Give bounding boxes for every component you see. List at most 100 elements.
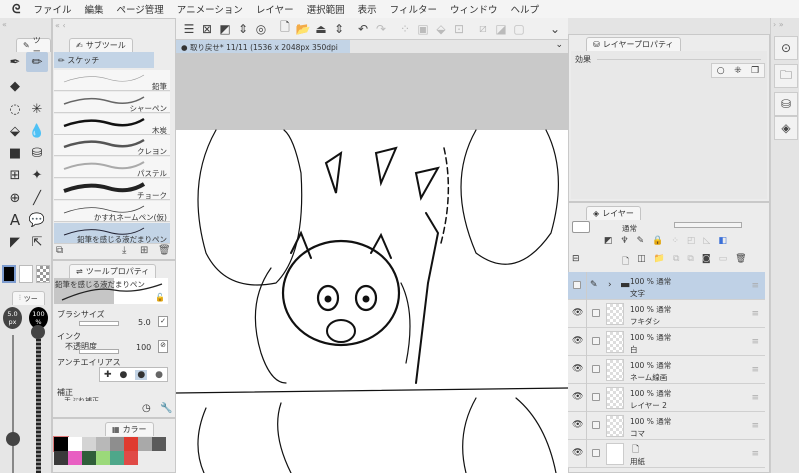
undo-icon[interactable]: ↶	[354, 22, 372, 36]
opacity-slider[interactable]	[36, 335, 41, 473]
color-swatch[interactable]	[124, 451, 138, 465]
crop-icon[interactable]: ⧄	[474, 21, 492, 36]
timer-icon[interactable]: ◷	[142, 403, 151, 414]
app-logo-icon[interactable]: ᘓ	[12, 2, 20, 17]
subtool-item[interactable]: シャーペン	[54, 91, 170, 113]
color-swatch[interactable]	[138, 437, 152, 451]
layer-opacity-slider[interactable]	[674, 222, 742, 228]
menu-animation[interactable]: アニメーション	[177, 2, 243, 16]
eye-icon[interactable]: 👁	[572, 420, 583, 430]
collapse-left-icon[interactable]: «	[2, 20, 7, 29]
pressure-toggle[interactable]: ✓	[158, 316, 168, 327]
opacity-value[interactable]: 100	[136, 343, 151, 352]
merge-icon[interactable]: ⧉	[687, 254, 693, 270]
snap-icon[interactable]: ◎	[252, 22, 270, 36]
color-swatch[interactable]	[110, 437, 124, 451]
drag-handle-icon[interactable]: ≡	[751, 309, 759, 319]
menu-icon[interactable]: ☰	[180, 22, 198, 36]
subtool-item[interactable]: 鉛筆を感じる液だまりペン	[54, 222, 170, 244]
fill-selection-icon[interactable]: ⬙	[432, 22, 450, 36]
move-tool[interactable]: ⇱	[26, 232, 48, 252]
delete-layer-icon[interactable]: 🗑	[735, 254, 746, 270]
drag-handle-icon[interactable]: ≡	[751, 281, 759, 291]
brush-size-bar[interactable]	[79, 321, 119, 326]
transparent-color-swatch[interactable]	[36, 265, 50, 283]
layer-lock-checkbox[interactable]	[592, 393, 600, 401]
eye-icon[interactable]: 👁	[572, 364, 583, 374]
gradient-tool[interactable]: ■	[4, 143, 26, 163]
color-swatch[interactable]	[54, 451, 68, 465]
magic-wand-tool[interactable]: ✳	[26, 99, 48, 119]
layer-property-dock-icon[interactable]: ⛁	[774, 92, 798, 116]
navigator-icon[interactable]: ⊙	[774, 36, 798, 60]
new-vector-layer-icon[interactable]: ◫	[637, 254, 646, 270]
layer-row[interactable]: 👁 🗋 用紙 ≡	[568, 440, 765, 468]
layer-color-selector[interactable]	[572, 221, 590, 233]
lock-alpha-icon[interactable]: ⁘	[671, 236, 679, 246]
transfer-icon[interactable]: ⧉	[673, 254, 679, 270]
clear-icon[interactable]: ⊠	[198, 22, 216, 36]
layer-row[interactable]: 👁 100 % 通常 ネーム線画 ≡	[568, 356, 765, 384]
layer-row[interactable]: 👁 100 % 通常 フキダシ ≡	[568, 300, 765, 328]
antialias-selector[interactable]: ✚ ● ● ●	[99, 367, 168, 382]
pencil-tool[interactable]: ✏	[26, 52, 48, 72]
layer-row[interactable]: 👁 100 % 通常 コマ ≡	[568, 412, 765, 440]
layer-row[interactable]: 👁 100 % 通常白 ≡	[568, 328, 765, 356]
lock-icon[interactable]: 🔒	[652, 236, 663, 246]
layer-lock-checkbox[interactable]	[592, 309, 600, 317]
color-swatch[interactable]	[152, 437, 166, 451]
subtool-item[interactable]: 鉛筆	[54, 70, 170, 91]
color-swatch[interactable]	[82, 451, 96, 465]
drag-handle-icon[interactable]: ≡	[751, 421, 759, 431]
transform-icon[interactable]: ⊡	[450, 22, 468, 36]
mask-icon[interactable]: ◰	[687, 236, 696, 246]
layer-lock-checkbox[interactable]	[592, 421, 600, 429]
draft-icon[interactable]: ✎	[637, 236, 645, 246]
expand-icon[interactable]: › »	[773, 20, 784, 29]
color-swatch[interactable]	[96, 437, 110, 451]
stamp-tool[interactable]: ⛁	[26, 143, 48, 163]
tool-tab[interactable]: ✎ ツー	[16, 36, 51, 56]
color-tab[interactable]: ▦ カラー	[105, 422, 154, 436]
chevron-down-icon[interactable]: ⌄	[555, 40, 563, 50]
pen-tool[interactable]: ✒	[4, 52, 26, 72]
text-tool[interactable]: A	[4, 210, 26, 230]
drag-handle-icon[interactable]: ≡	[751, 449, 759, 459]
tool-property-tab[interactable]: ⇌ ツールプロパティ	[69, 264, 157, 278]
layer-visibility-checkbox[interactable]	[573, 281, 581, 289]
opacity-toggle[interactable]: ⊘	[158, 340, 168, 353]
brush-size-value[interactable]: 5.0	[138, 318, 151, 327]
apply-mask-icon[interactable]: ▭	[719, 254, 728, 270]
chevron-right-icon[interactable]: ›	[608, 280, 612, 290]
subtool-settings-icon[interactable]: ⧉	[56, 245, 63, 256]
delete-subtool-icon[interactable]: 🗑	[158, 245, 171, 256]
opacity-slider-handle[interactable]	[31, 325, 45, 339]
eye-icon[interactable]: 👁	[572, 448, 583, 458]
fill-tool[interactable]: ⬙	[4, 121, 26, 141]
layer-lock-checkbox[interactable]	[592, 365, 600, 373]
new-raster-layer-icon[interactable]: 🗋	[622, 254, 629, 270]
subtool-item[interactable]: かすれネームペン(仮)	[54, 200, 170, 222]
new-raster-icon[interactable]: ◩	[216, 22, 234, 36]
color-swatch[interactable]	[124, 437, 138, 451]
subtool-item[interactable]: チョーク	[54, 179, 170, 200]
collapse-icon[interactable]: « ‹	[55, 21, 66, 30]
frame-tool[interactable]: ◤	[4, 232, 26, 252]
subtool-item[interactable]: 木炭	[54, 113, 170, 135]
save-icon[interactable]: ⏏	[312, 22, 330, 36]
layer-lock-checkbox[interactable]	[592, 449, 600, 457]
color-swatch[interactable]	[96, 451, 110, 465]
brush-size-slider-handle[interactable]	[6, 432, 20, 446]
color-swatch[interactable]	[68, 437, 82, 451]
eye-icon[interactable]: 👁	[572, 392, 583, 402]
subtool-item[interactable]: クレヨン	[54, 135, 170, 157]
layer-tab[interactable]: ◈ レイヤー	[586, 206, 641, 220]
wrench-icon[interactable]: 🔧	[160, 403, 172, 414]
line-tool[interactable]: ╱	[26, 188, 48, 208]
brush-size-slider[interactable]	[12, 335, 14, 473]
eye-icon[interactable]: 👁	[572, 336, 583, 346]
menu-window[interactable]: ウィンドウ	[450, 2, 498, 16]
sparkle-tool[interactable]: ✦	[26, 165, 48, 185]
clip-icon[interactable]: ◩	[604, 236, 613, 246]
menu-selection[interactable]: 選択範囲	[307, 2, 345, 16]
